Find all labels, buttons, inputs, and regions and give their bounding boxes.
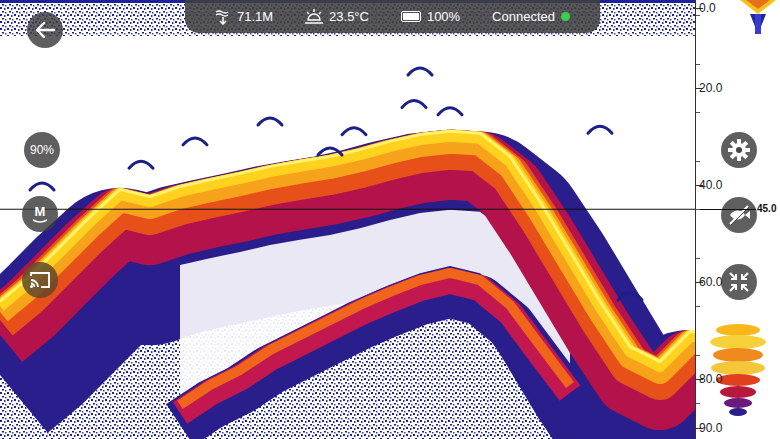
surface-clutter <box>0 0 695 36</box>
gear-icon <box>727 138 751 162</box>
scale-label: 90.0 <box>699 421 722 435</box>
a-scope-icon <box>738 0 778 36</box>
connection-status: Connected <box>492 7 570 27</box>
collapse-button[interactable] <box>721 264 757 300</box>
battery-reading: 100% <box>401 7 460 27</box>
second-echo-top <box>180 273 570 405</box>
depth-scale: 45.0 0.0 20.0 40.0 60.0 80.0 90.0 <box>695 0 780 439</box>
sun-icon <box>305 9 323 25</box>
seabed-yellow-layer <box>0 136 695 366</box>
seabed-orange-layer <box>0 150 695 380</box>
fish-off-icon <box>727 203 751 227</box>
scale-label: 60.0 <box>699 275 722 289</box>
fish-arch <box>183 138 207 145</box>
status-bar: 71.1M 23.5°C 100% Connected <box>185 0 600 33</box>
depth-reading: 71.1M <box>215 7 273 27</box>
fish-arch <box>588 126 612 133</box>
mode-button[interactable]: M <box>22 196 58 232</box>
back-button[interactable] <box>27 12 63 48</box>
back-arrow-icon <box>34 19 56 41</box>
cast-button[interactable] <box>22 262 58 298</box>
sensitivity-text: 90% <box>30 141 54 159</box>
minor-tick <box>696 306 700 307</box>
color-gain-icon <box>708 322 768 418</box>
fish-arch <box>402 101 426 108</box>
seabed-area <box>0 130 695 439</box>
depth-cursor-rail <box>696 209 756 210</box>
battery-text: 100% <box>427 7 460 27</box>
mode-text: M <box>35 205 46 218</box>
connection-dot <box>561 12 570 21</box>
cast-icon <box>29 270 51 290</box>
minor-tick <box>696 112 700 113</box>
minor-tick <box>696 355 700 356</box>
seabed-amber-layer <box>0 142 695 372</box>
settings-button[interactable] <box>721 132 757 168</box>
fish-arch <box>318 148 342 155</box>
collapse-icon <box>728 271 750 293</box>
scale-label: 80.0 <box>699 372 722 386</box>
fish-arch <box>129 161 153 168</box>
sonar-screen: 45.0 0.0 20.0 40.0 60.0 80.0 90.0 71.1M 23.5°C… <box>0 0 780 439</box>
scale-label: 0.0 <box>699 1 716 15</box>
minor-tick <box>696 403 700 404</box>
depth-cursor-label: 45.0 <box>757 203 776 215</box>
seabed-surface-line <box>0 131 695 361</box>
fish-alarm-button[interactable] <box>721 197 757 233</box>
fish-arch <box>408 68 432 75</box>
depth-cursor-line[interactable] <box>0 209 695 210</box>
minor-tick <box>696 161 700 162</box>
fish-arch <box>342 128 366 135</box>
minor-tick <box>696 258 700 259</box>
sonar-chart <box>0 0 695 439</box>
minor-tick <box>696 15 700 16</box>
fish-arch <box>438 108 462 115</box>
sensitivity-button[interactable]: 90% <box>24 132 60 168</box>
battery-icon <box>401 11 421 22</box>
connection-text: Connected <box>492 7 555 27</box>
fish-arch <box>30 183 54 190</box>
fish-arch <box>258 118 282 125</box>
fish-arch <box>618 293 642 300</box>
battery-fill <box>403 13 419 20</box>
temperature-text: 23.5°C <box>329 7 369 27</box>
scale-label: 40.0 <box>699 178 722 192</box>
minor-tick <box>696 64 700 65</box>
depth-icon <box>215 9 231 25</box>
depth-text: 71.1M <box>237 7 273 27</box>
scale-label: 20.0 <box>699 81 722 95</box>
minor-tick <box>696 209 700 210</box>
temperature-reading: 23.5°C <box>305 7 369 27</box>
mode-base-icon <box>32 218 48 224</box>
